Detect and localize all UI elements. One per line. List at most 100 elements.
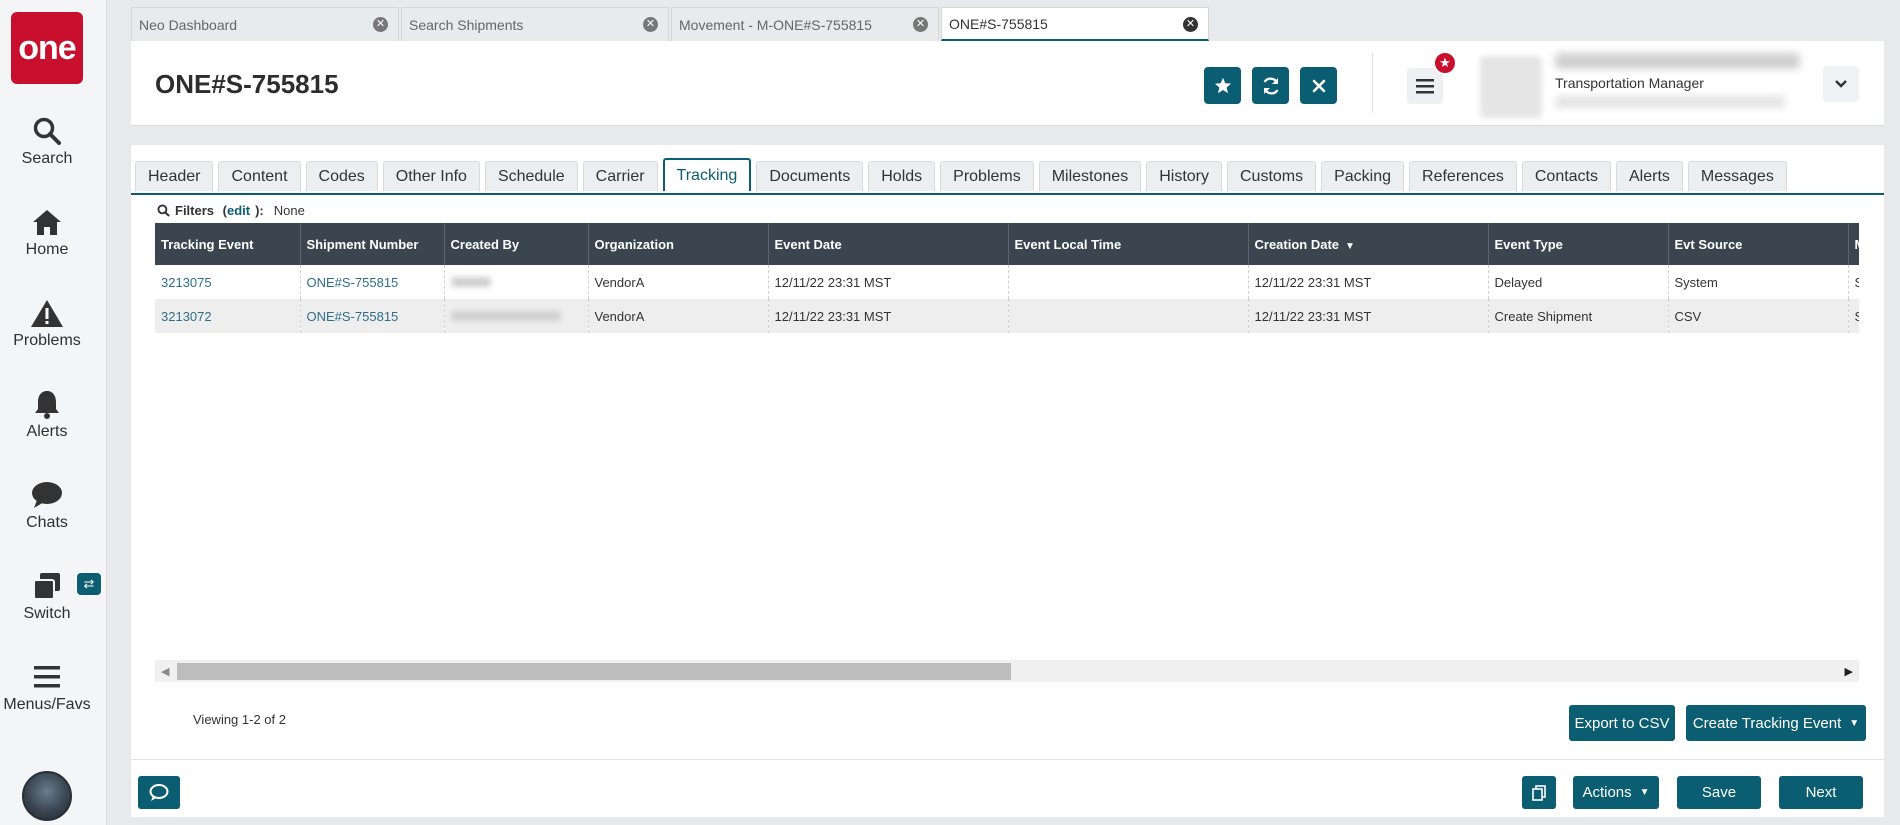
- horizontal-scrollbar[interactable]: ◀ ▶: [155, 660, 1859, 682]
- cell-shipment-number[interactable]: ONE#S-755815: [300, 265, 445, 299]
- assistant-avatar[interactable]: [22, 771, 72, 821]
- col-header-created-by[interactable]: Created By: [444, 223, 589, 265]
- nav-search[interactable]: Search: [0, 114, 94, 168]
- tab-history[interactable]: History: [1146, 161, 1222, 191]
- scroll-left-icon[interactable]: ◀: [161, 665, 169, 678]
- window-tab-search-shipments[interactable]: Search Shipments ✕: [401, 7, 669, 41]
- footer-divider: [131, 759, 1884, 760]
- filters-edit-link[interactable]: edit: [227, 203, 250, 218]
- cell-event-local-time: [1008, 265, 1249, 299]
- cell-m: S: [1848, 299, 1859, 333]
- next-button[interactable]: Next: [1779, 776, 1863, 809]
- scrollbar-thumb[interactable]: [177, 663, 1011, 680]
- tab-other-info[interactable]: Other Info: [382, 161, 480, 191]
- window-tab-neo-dashboard[interactable]: Neo Dashboard ✕: [131, 7, 399, 41]
- window-tab-shipment[interactable]: ONE#S-755815 ✕: [941, 7, 1209, 41]
- cell-shipment-number[interactable]: ONE#S-755815: [300, 299, 445, 333]
- tab-carrier[interactable]: Carrier: [582, 161, 658, 191]
- nav-problems[interactable]: Problems: [0, 296, 94, 350]
- refresh-icon: [1263, 77, 1278, 94]
- col-header-event-date[interactable]: Event Date: [768, 223, 1009, 265]
- menu-icon: [1416, 79, 1434, 94]
- nav-menus-favs[interactable]: Menus/Favs: [0, 660, 94, 714]
- user-menu-toggle[interactable]: [1823, 66, 1859, 102]
- tab-codes[interactable]: Codes: [305, 161, 378, 191]
- refresh-button[interactable]: [1252, 67, 1289, 104]
- favorites-badge-icon[interactable]: ★: [1433, 51, 1457, 75]
- tracking-event-link[interactable]: 3213072: [161, 309, 212, 324]
- tab-milestones[interactable]: Milestones: [1038, 161, 1142, 191]
- hamburger-menu-button[interactable]: [1407, 68, 1443, 104]
- close-icon[interactable]: ✕: [643, 17, 658, 32]
- tab-header[interactable]: Header: [135, 161, 214, 191]
- tab-documents[interactable]: Documents: [756, 161, 864, 191]
- user-org-redacted: [1555, 96, 1785, 108]
- cell-evt-source: CSV: [1668, 299, 1849, 333]
- sort-desc-icon[interactable]: ▼: [1345, 241, 1355, 252]
- star-icon: [1214, 77, 1231, 93]
- actions-button[interactable]: Actions ▼: [1573, 776, 1659, 809]
- tabs-underline: [131, 193, 1884, 195]
- nav-alerts[interactable]: Alerts: [0, 387, 94, 441]
- close-icon[interactable]: ✕: [1183, 17, 1198, 32]
- tab-tracking[interactable]: Tracking: [662, 158, 752, 191]
- tab-alerts[interactable]: Alerts: [1616, 161, 1683, 191]
- tab-contacts[interactable]: Contacts: [1521, 161, 1611, 191]
- close-icon[interactable]: ✕: [373, 17, 388, 32]
- nav-home[interactable]: Home: [0, 205, 94, 259]
- copy-button[interactable]: [1522, 776, 1556, 809]
- tab-schedule[interactable]: Schedule: [484, 161, 578, 191]
- nav-label-switch: Switch: [23, 605, 71, 622]
- tab-customs[interactable]: Customs: [1226, 161, 1317, 191]
- col-header-creation-date-label: Creation Date: [1254, 236, 1340, 252]
- window-tab-movement[interactable]: Movement - M-ONE#S-755815 ✕: [671, 7, 939, 41]
- nav-label-home: Home: [25, 241, 69, 258]
- chat-button[interactable]: [138, 776, 180, 809]
- cell-tracking-event[interactable]: 3213072: [155, 299, 301, 333]
- menu-icon: [30, 660, 64, 694]
- cell-creation-date: 12/11/22 23:31 MST: [1248, 299, 1489, 333]
- col-header-creation-date[interactable]: Creation Date ▼: [1248, 223, 1489, 265]
- col-header-evt-source[interactable]: Evt Source: [1668, 223, 1849, 265]
- shipment-number-link[interactable]: ONE#S-755815: [307, 275, 399, 290]
- col-header-event-type[interactable]: Event Type: [1488, 223, 1669, 265]
- one-logo[interactable]: one: [11, 12, 83, 84]
- col-header-organization[interactable]: Organization: [588, 223, 769, 265]
- cell-tracking-event[interactable]: 3213075: [155, 265, 301, 299]
- cell-created-by: [444, 265, 589, 299]
- actions-label: Actions: [1582, 784, 1632, 801]
- export-csv-button[interactable]: Export to CSV: [1569, 705, 1675, 741]
- cell-event-local-time: [1008, 299, 1249, 333]
- tracking-event-link[interactable]: 3213075: [161, 275, 212, 290]
- table-row[interactable]: 3213075 ONE#S-755815 VendorA 12/11/22 23…: [155, 265, 1859, 299]
- cell-event-type: Create Shipment: [1488, 299, 1669, 333]
- user-role: Transportation Manager: [1555, 75, 1704, 91]
- favorite-button[interactable]: [1204, 67, 1241, 104]
- tab-holds[interactable]: Holds: [868, 161, 936, 191]
- created-by-redacted: [450, 310, 561, 321]
- shipment-number-link[interactable]: ONE#S-755815: [307, 309, 399, 324]
- user-avatar[interactable]: [1480, 56, 1542, 118]
- close-icon[interactable]: ✕: [913, 17, 928, 32]
- tab-messages[interactable]: Messages: [1687, 161, 1787, 191]
- left-sidebar: one Search Home Problems Alerts Chats Sw…: [0, 0, 107, 825]
- save-button[interactable]: Save: [1677, 776, 1761, 809]
- col-header-m[interactable]: M: [1848, 223, 1859, 265]
- tab-references[interactable]: References: [1409, 161, 1517, 191]
- col-header-shipment-number[interactable]: Shipment Number: [300, 223, 445, 265]
- nav-chats[interactable]: Chats: [0, 478, 94, 532]
- col-header-tracking-event[interactable]: Tracking Event: [155, 223, 301, 265]
- close-page-button[interactable]: [1300, 67, 1337, 104]
- content-tabs: Header Content Codes Other Info Schedule…: [135, 158, 1792, 191]
- create-tracking-event-button[interactable]: Create Tracking Event ▼: [1686, 705, 1866, 741]
- col-header-event-local-time[interactable]: Event Local Time: [1008, 223, 1249, 265]
- cell-event-type: Delayed: [1488, 265, 1669, 299]
- table-row[interactable]: 3213072 ONE#S-755815 VendorA 12/11/22 23…: [155, 299, 1859, 333]
- chat-icon: [149, 783, 169, 801]
- tab-content[interactable]: Content: [218, 161, 301, 191]
- switch-badge-icon[interactable]: ⇄: [77, 573, 101, 595]
- tab-packing[interactable]: Packing: [1321, 161, 1405, 191]
- tab-problems[interactable]: Problems: [940, 161, 1034, 191]
- scroll-right-icon[interactable]: ▶: [1845, 665, 1853, 678]
- created-by-redacted: [450, 276, 491, 287]
